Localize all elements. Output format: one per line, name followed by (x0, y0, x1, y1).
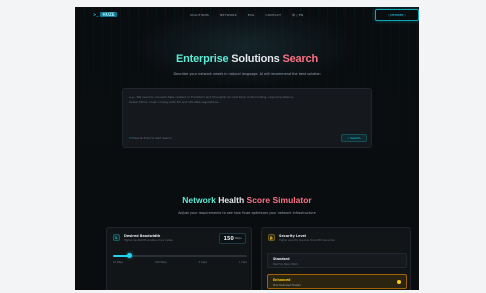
title-part-search: Search (282, 53, 318, 65)
simulator-title: Network Health Score Simulator (75, 195, 419, 205)
app-frame: >_ HUZE SOLUTIONS NETWORK ESG CONTACT 中 … (75, 7, 419, 290)
language-toggle[interactable]: 中 | EN (292, 13, 303, 17)
bandwidth-icon: ⇅ (113, 234, 120, 241)
search-shortcut-hint: ⏎ Press ⌘ Enter to start Search (129, 136, 172, 140)
tick-label: 10 Mbps (113, 261, 124, 264)
search-button[interactable]: ⌕ Search (341, 134, 367, 142)
nav-link-solutions[interactable]: SOLUTIONS (190, 13, 209, 17)
option-name: Enhanced (273, 278, 291, 282)
nav-links: SOLUTIONS NETWORK ESG CONTACT 中 | EN (190, 13, 303, 17)
bandwidth-desc: Higher bandwidth enables more routes (124, 239, 173, 242)
nav-link-network[interactable]: NETWORK (220, 13, 237, 17)
logo-text: HUZE (100, 12, 117, 17)
bandwidth-value-display: 150 Mbps (219, 233, 246, 244)
bandwidth-card: ⇅ Desired Bandwidth Higher bandwidth ena… (106, 227, 252, 290)
member-button[interactable]: ⟨ MEMBER ⟩ (375, 9, 419, 21)
nav-link-contact[interactable]: CONTACT (266, 13, 282, 17)
security-option-standard[interactable]: Standard SSL/TLS, Basic DDoS (267, 253, 407, 268)
security-title: Security Level (279, 234, 307, 238)
selected-indicator-icon (397, 280, 401, 284)
simulator-subtitle: Adjust your requirements to see how Huze… (178, 211, 316, 215)
bandwidth-ticks: 10 Mbps 500 Mbps 5 Gbps 1 Tbps (113, 261, 247, 264)
search-hint-text: Press ⌘ Enter to start Search (132, 136, 172, 140)
bandwidth-slider[interactable] (113, 253, 247, 258)
solution-search-box[interactable]: e.g., We need to connect data centers in… (122, 88, 372, 148)
title-part-enterprise: Enterprise (176, 53, 229, 65)
security-card: 🔒 Security Level Higher security require… (261, 227, 411, 290)
bandwidth-unit: Mbps (234, 237, 242, 240)
logo[interactable]: >_ HUZE (93, 12, 117, 17)
tick-label: 500 Mbps (155, 261, 167, 264)
sim-title-network: Network (182, 195, 216, 205)
page-subtitle: Describe your network needs in natural l… (173, 72, 321, 76)
sim-title-health: Health (215, 195, 247, 205)
top-navbar: >_ HUZE SOLUTIONS NETWORK ESG CONTACT 中 … (75, 7, 419, 25)
lock-icon: 🔒 (268, 234, 275, 241)
terminal-icon: >_ (93, 12, 99, 17)
sim-title-score-simulator: Score Simulator (246, 195, 312, 205)
bandwidth-value: 150 (223, 235, 234, 242)
bandwidth-title: Desired Bandwidth (124, 234, 161, 238)
nav-link-esg[interactable]: ESG (248, 13, 255, 17)
page-title: Enterprise Solutions Search (75, 53, 419, 65)
security-desc: Higher security requires more DDI resour… (279, 239, 335, 242)
bandwidth-slider-thumb[interactable] (126, 253, 132, 258)
title-part-solutions: Solutions (228, 53, 283, 65)
tick-label: 5 Gbps (198, 261, 208, 264)
option-name: Standard (273, 257, 290, 261)
enter-key-icon: ⏎ (129, 136, 132, 140)
search-input-placeholder[interactable]: e.g., We need to connect data centers in… (129, 95, 294, 104)
tick-label: 1 Tbps (238, 261, 247, 264)
option-desc: SSL/TLS, Basic DDoS (273, 263, 298, 266)
option-desc: Plus Dedicated Firewall (273, 284, 301, 287)
security-option-enhanced[interactable]: Enhanced Plus Dedicated Firewall (267, 274, 407, 289)
